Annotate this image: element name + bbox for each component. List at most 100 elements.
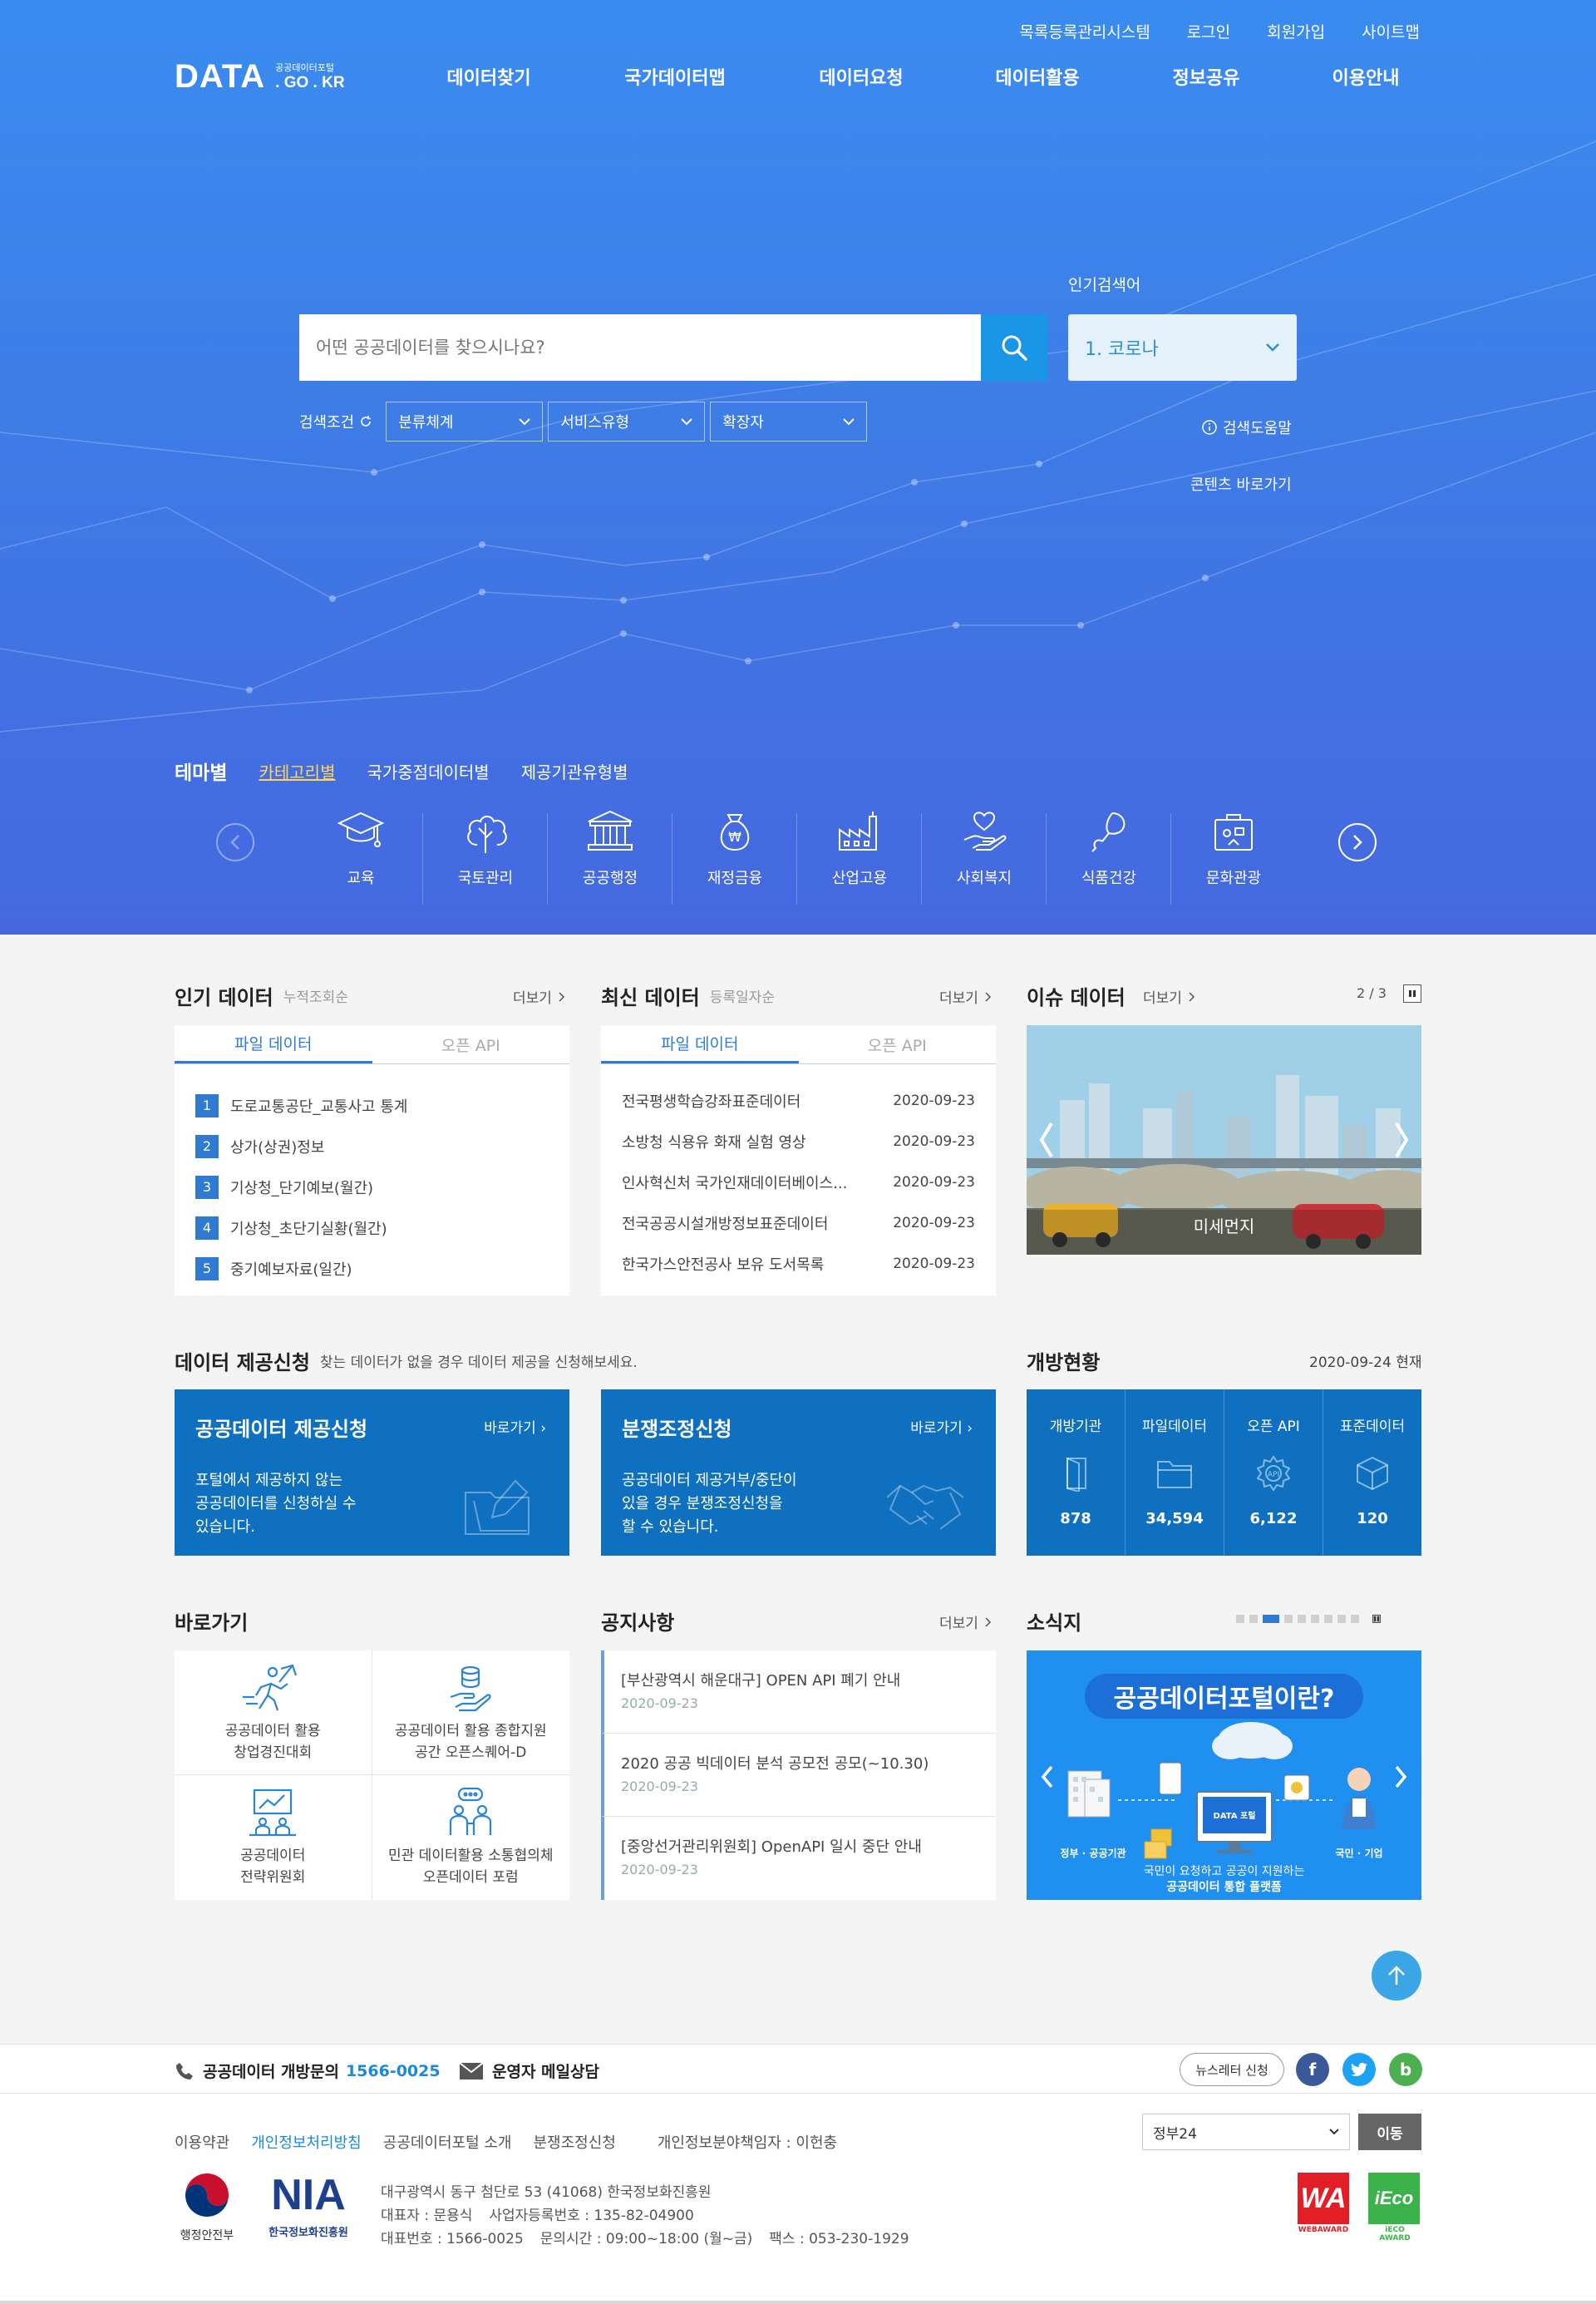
- issue-pause-button[interactable]: [1403, 984, 1421, 1003]
- data-provide-request-card[interactable]: 공공데이터 제공신청 바로가기 › 포털에서 제공하지 않는 공공데이터를 신청…: [175, 1389, 569, 1556]
- family-site-go-button[interactable]: 이동: [1358, 2114, 1421, 2150]
- issue-data-more-link[interactable]: 더보기: [1143, 986, 1195, 1007]
- footer-link-about[interactable]: 공공데이터포털 소개: [383, 2131, 512, 2153]
- select-extension[interactable]: 확장자: [710, 402, 868, 442]
- footer-link-dispute[interactable]: 분쟁조정신청: [534, 2131, 616, 2153]
- theme-tabs-title: 테마별: [175, 762, 228, 784]
- gnb-guide[interactable]: 이용안내: [1332, 63, 1400, 90]
- list-item[interactable]: 전국공공시설개방정보표준데이터 2020-09-23: [622, 1202, 975, 1243]
- tab-provider-type[interactable]: 제공기관유형별: [521, 759, 628, 783]
- list-item[interactable]: 3 기상청_단기예보(월간): [195, 1167, 553, 1207]
- card-go-link[interactable]: 바로가기 ›: [910, 1416, 973, 1437]
- tab-open-api[interactable]: 오픈 API: [372, 1025, 570, 1063]
- category-education[interactable]: 교육: [298, 808, 423, 906]
- list-item[interactable]: 인사혁신처 국가인재데이터베이스... 2020-09-23: [622, 1162, 975, 1202]
- footer-mail-consult[interactable]: 운영자 메일상담: [459, 2060, 599, 2082]
- search-input[interactable]: [299, 314, 981, 381]
- contents-shortcut-link[interactable]: 콘텐츠 바로가기: [1190, 473, 1292, 495]
- family-site-select[interactable]: 정부24: [1142, 2114, 1350, 2150]
- category-land[interactable]: 국토관리: [423, 808, 548, 906]
- list-item[interactable]: 2 상가(상권)정보: [195, 1126, 553, 1167]
- category-industry-label: 산업고용: [831, 870, 888, 887]
- footer-fax: 팩스 : 053-230-1929: [769, 2231, 909, 2247]
- quick-link-startup-contest[interactable]: 공공데이터 활용 창업경진대회: [175, 1650, 372, 1775]
- pagination-dot[interactable]: [1351, 1615, 1359, 1623]
- pagination-dot[interactable]: [1337, 1615, 1346, 1623]
- scroll-top-button[interactable]: [1372, 1951, 1421, 2001]
- list-item[interactable]: 한국가스안전공사 보유 도서목록 2020-09-23: [622, 1243, 975, 1284]
- pagination-dot[interactable]: [1311, 1615, 1319, 1623]
- popular-data-more-link[interactable]: 더보기: [513, 986, 565, 1007]
- pagination-dot[interactable]: [1236, 1615, 1244, 1623]
- pagination-dot[interactable]: [1284, 1615, 1293, 1623]
- quick-link-strategy-committee[interactable]: 공공데이터 전략위원회: [175, 1775, 372, 1900]
- pagination-dot[interactable]: [1324, 1615, 1332, 1623]
- select-classification[interactable]: 분류체계: [386, 402, 544, 442]
- search-condition-text: 검색조건: [299, 414, 355, 432]
- search-button[interactable]: [981, 314, 1047, 381]
- tab-file-data[interactable]: 파일 데이터: [601, 1025, 799, 1063]
- news-banner[interactable]: 공공데이터포털이란? DATA 포털 정부 · 공공기관 국민 · 기업 국민이…: [1027, 1650, 1421, 1900]
- card-go-link[interactable]: 바로가기 ›: [484, 1416, 546, 1437]
- twitter-icon[interactable]: [1342, 2053, 1376, 2086]
- more-text: 더보기: [939, 1616, 978, 1632]
- category-public-admin[interactable]: 공공행정: [548, 808, 672, 906]
- newsletter-button[interactable]: 뉴스레터 신청: [1180, 2053, 1284, 2086]
- pagination-dot-active[interactable]: [1263, 1615, 1279, 1623]
- quick-link-open-data-forum[interactable]: 민관 데이터활용 소통협의체 오픈데이터 포럼: [372, 1775, 570, 1900]
- category-food-health[interactable]: 식품건강: [1047, 808, 1171, 906]
- quick-link-open-square-d[interactable]: 공공데이터 활용 종합지원 공간 오픈스퀘어-D: [372, 1650, 569, 1775]
- refresh-icon[interactable]: [359, 415, 372, 428]
- category-prev-button[interactable]: [216, 823, 254, 861]
- tab-open-api[interactable]: 오픈 API: [799, 1025, 997, 1063]
- gnb-national-data-map[interactable]: 국가데이터맵: [624, 63, 725, 90]
- footer-link-terms[interactable]: 이용약관: [175, 2131, 229, 2153]
- util-link-catalog[interactable]: 목록등록관리시스템: [1019, 20, 1150, 42]
- tab-national-key-data[interactable]: 국가중점데이터별: [367, 759, 489, 783]
- notice-item[interactable]: 2020 공공 빅데이터 분석 공모전 공모(~10.30) 2020-09-23: [601, 1734, 996, 1817]
- utility-nav: 목록등록관리시스템 로그인 회원가입 사이트맵: [1019, 20, 1420, 42]
- notice-more-link[interactable]: 더보기: [939, 1611, 992, 1632]
- gnb-data-search[interactable]: 데이터찾기: [446, 63, 530, 90]
- news-banner-bottom1: 국민이 요청하고 공공이 지원하는: [1143, 1865, 1305, 1878]
- issue-data-banner[interactable]: 미세먼지: [1027, 1025, 1421, 1255]
- latest-data-more-link[interactable]: 더보기: [939, 986, 992, 1007]
- status-label: 개방기관: [1049, 1418, 1102, 1435]
- list-item[interactable]: 5 중기예보자료(일간): [195, 1248, 553, 1289]
- pagination-dot[interactable]: [1249, 1615, 1258, 1623]
- search-help-link[interactable]: 검색도움말: [1201, 417, 1292, 438]
- status-value: 34,594: [1145, 1510, 1204, 1527]
- util-link-join[interactable]: 회원가입: [1267, 20, 1325, 42]
- util-link-login[interactable]: 로그인: [1187, 20, 1230, 42]
- gnb-data-request[interactable]: 데이터요청: [819, 63, 903, 90]
- util-link-sitemap[interactable]: 사이트맵: [1362, 20, 1420, 42]
- list-item[interactable]: 전국평생학습강좌표준데이터 2020-09-23: [622, 1080, 975, 1121]
- notice-item[interactable]: [중앙선거관리위원회] OpenAPI 일시 중단 안내 2020-09-23: [601, 1817, 996, 1900]
- gnb-info-share[interactable]: 정보공유: [1173, 63, 1240, 90]
- category-welfare[interactable]: 사회복지: [922, 808, 1047, 906]
- dispute-mediation-card[interactable]: 분쟁조정신청 바로가기 › 공공데이터 제공거부/중단이 있을 경우 분쟁조정신…: [601, 1389, 996, 1556]
- category-culture-tourism[interactable]: 문화관광: [1171, 808, 1296, 906]
- list-item[interactable]: 1 도로교통공단_교통사고 통계: [195, 1085, 553, 1126]
- nia-logo: NIA 한국정보화진흥원: [262, 2170, 355, 2239]
- gnb-data-use[interactable]: 데이터활용: [995, 63, 1079, 90]
- list-item-date: 2020-09-23: [893, 1092, 975, 1109]
- popular-data-header: 인기 데이터 누적조회순: [175, 981, 348, 1010]
- select-service-type[interactable]: 서비스유형: [548, 402, 706, 442]
- news-pause-button[interactable]: [1372, 1615, 1381, 1623]
- category-finance[interactable]: ₩ 재정금융: [672, 808, 797, 906]
- list-item[interactable]: 소방청 식용유 화재 실험 영상 2020-09-23: [622, 1121, 975, 1162]
- footer-link-privacy[interactable]: 개인정보처리방침: [251, 2131, 361, 2153]
- category-next-button[interactable]: [1338, 823, 1377, 861]
- notice-item[interactable]: [부산광역시 해운대구] OPEN API 폐기 안내 2020-09-23: [601, 1650, 996, 1734]
- tab-category[interactable]: 카테고리별: [259, 759, 335, 783]
- facebook-icon[interactable]: f: [1296, 2053, 1329, 2086]
- pagination-dot[interactable]: [1298, 1615, 1306, 1623]
- latest-data-tabs: 파일 데이터 오픈 API: [601, 1025, 996, 1064]
- list-item-label: 상가(상권)정보: [230, 1138, 325, 1157]
- category-industry[interactable]: 산업고용: [797, 808, 922, 906]
- list-item[interactable]: 4 기상청_초단기실황(월간): [195, 1207, 553, 1248]
- popular-search-dropdown[interactable]: 1. 코로나: [1068, 314, 1297, 381]
- blog-icon[interactable]: b: [1389, 2053, 1422, 2086]
- tab-file-data[interactable]: 파일 데이터: [175, 1025, 372, 1063]
